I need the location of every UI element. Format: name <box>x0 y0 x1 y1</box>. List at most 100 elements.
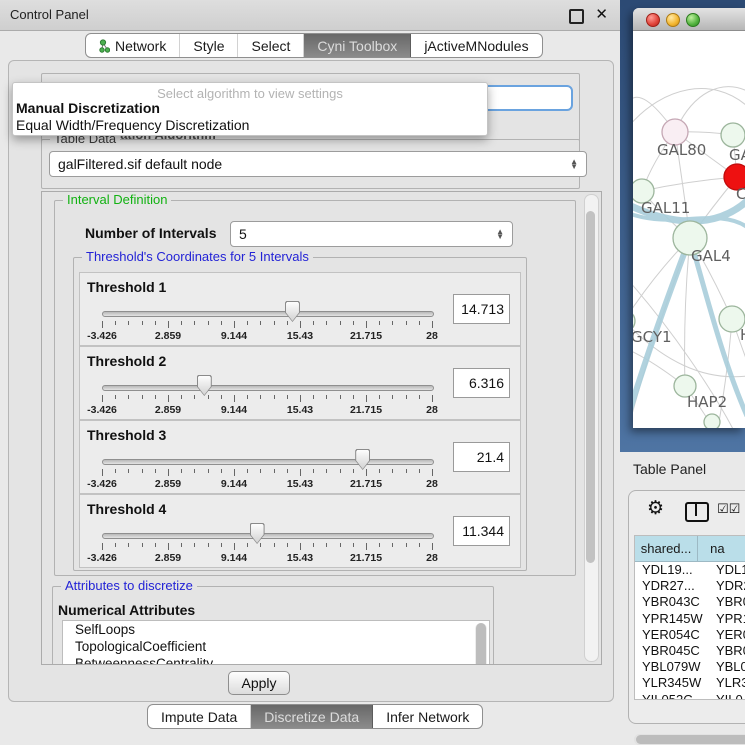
tab-select[interactable]: Select <box>238 34 304 57</box>
threshold-value-field[interactable] <box>453 368 510 398</box>
tick-mark <box>353 543 354 547</box>
algorithm-option[interactable]: Equal Width/Frequency Discretization <box>13 117 490 134</box>
tick-mark <box>194 543 195 547</box>
tab-jactivemnodules[interactable]: jActiveMNodules <box>411 34 541 57</box>
attribute-list-item[interactable]: BetweennessCentrality <box>63 655 489 665</box>
network-node-label: GA <box>729 146 745 164</box>
slider-thumb[interactable] <box>285 301 300 322</box>
number-of-intervals-combobox[interactable]: 5 ▲▼ <box>230 221 513 247</box>
threshold-value-field[interactable] <box>453 442 510 472</box>
slider-track[interactable] <box>102 385 434 391</box>
tick-label: -3.426 <box>87 552 117 564</box>
tick-mark <box>340 543 341 547</box>
attribute-list-item[interactable]: SelfLoops <box>63 621 489 638</box>
cell-shared-name: YDL19... <box>635 562 704 578</box>
table-row[interactable]: YDL19...YDL1 <box>635 562 745 578</box>
attributes-scrollbar[interactable] <box>475 623 487 665</box>
tick-mark <box>353 395 354 399</box>
tick-mark <box>419 543 420 547</box>
tick-mark <box>128 469 129 473</box>
table-row[interactable]: YPR145WYPR1 <box>635 611 745 627</box>
number-of-intervals-value: 5 <box>239 226 247 242</box>
table-row[interactable]: YLR345WYLR3 <box>635 675 745 691</box>
panel-title: Control Panel <box>10 7 89 22</box>
tab-impute-data[interactable]: Impute Data <box>148 705 251 728</box>
network-node-label: GAL11 <box>641 199 690 217</box>
tab-label: Infer Network <box>386 709 469 725</box>
tick-mark <box>366 469 367 476</box>
threshold-slider[interactable]: -3.4262.8599.14415.4321.71528 <box>102 447 432 491</box>
table-row[interactable]: YBR043CYBR0 <box>635 594 745 610</box>
threshold-panel: Threshold 1 -3.4262.8599.14415.4321.7152… <box>79 272 521 346</box>
threshold-value-field[interactable] <box>453 294 510 324</box>
split-columns-icon[interactable] <box>685 502 709 522</box>
tick-mark <box>419 321 420 325</box>
table-row[interactable]: YDR27...YDR2 <box>635 578 745 594</box>
tick-label: -3.426 <box>87 404 117 416</box>
tick-mark <box>313 543 314 547</box>
close-icon[interactable]: ✕ <box>595 5 608 23</box>
cell-name: YDR2 <box>704 578 745 594</box>
table-hscrollbar[interactable] <box>634 734 745 745</box>
scrollbar-thumb[interactable] <box>636 735 745 744</box>
tab-label: Discretize Data <box>264 709 359 725</box>
column-header[interactable]: na <box>698 536 745 561</box>
zoom-traffic-light-icon[interactable] <box>686 13 700 27</box>
slider-track[interactable] <box>102 533 434 539</box>
tick-label: 15.43 <box>287 330 313 342</box>
settings-scrollbar[interactable] <box>584 194 599 662</box>
tab-discretize-data[interactable]: Discretize Data <box>251 705 373 728</box>
tick-label: 2.859 <box>155 404 181 416</box>
attribute-list-item[interactable]: TopologicalCoefficient <box>63 638 489 655</box>
tick-mark <box>326 543 327 547</box>
slider-thumb[interactable] <box>197 375 212 396</box>
tab-label: Cyni Toolbox <box>317 38 397 54</box>
tab-style[interactable]: Style <box>180 34 238 57</box>
close-traffic-light-icon[interactable] <box>646 13 660 27</box>
tick-mark <box>287 469 288 473</box>
slider-thumb[interactable] <box>250 523 265 544</box>
table-row[interactable]: YIL052CYIL0 <box>635 692 745 701</box>
tick-mark <box>194 321 195 325</box>
table-row[interactable]: YBL079WYBL0 <box>635 659 745 675</box>
interval-definition-title: Interval Definition <box>63 193 171 207</box>
algorithm-option[interactable]: Manual Discretization <box>13 100 490 117</box>
checkboxes-icon[interactable]: ☑☑ <box>717 501 740 517</box>
tick-label: 15.43 <box>287 552 313 564</box>
tick-mark <box>419 395 420 399</box>
table-row[interactable]: YER054CYER0 <box>635 627 745 643</box>
threshold-slider[interactable]: -3.4262.8599.14415.4321.71528 <box>102 373 432 417</box>
table-data-combobox[interactable]: galFiltered.sif default node ▲▼ <box>49 151 587 177</box>
node-attribute-table[interactable]: shared... na YDL19...YDL1YDR27...YDR2YBR… <box>634 535 745 700</box>
tick-mark <box>115 469 116 473</box>
gear-icon[interactable]: ⚙ <box>647 499 664 519</box>
thresholds-title: Threshold's Coordinates for 5 Intervals <box>82 250 313 264</box>
column-header[interactable]: shared... <box>635 536 698 561</box>
slider-track[interactable] <box>102 311 434 317</box>
float-window-icon[interactable] <box>569 9 584 24</box>
numerical-attributes-list[interactable]: SelfLoopsTopologicalCoefficientBetweenne… <box>62 620 490 665</box>
network-node[interactable] <box>721 123 745 147</box>
control-panel: Control Panel ✕ NetworkStyleSelect Cyni T… <box>0 0 620 745</box>
slider-thumb[interactable] <box>355 449 370 470</box>
threshold-value-field[interactable] <box>453 516 510 546</box>
scrollbar-thumb[interactable] <box>476 623 486 665</box>
tick-mark <box>208 321 209 325</box>
network-window-titlebar[interactable] <box>633 8 745 31</box>
tab-cyni-toolbox[interactable]: Cyni Toolbox <box>304 34 411 57</box>
tab-infer-network[interactable]: Infer Network <box>373 705 482 728</box>
table-row[interactable]: YBR045CYBR0 <box>635 643 745 659</box>
network-node[interactable] <box>704 414 720 428</box>
table-data-selected: galFiltered.sif default node <box>58 156 222 172</box>
scrollbar-thumb[interactable] <box>586 211 595 563</box>
threshold-slider[interactable]: -3.4262.8599.14415.4321.71528 <box>102 521 432 565</box>
apply-button[interactable]: Apply <box>228 671 290 695</box>
tab-network[interactable]: Network <box>86 34 180 57</box>
network-node-label: GCY1 <box>633 328 672 346</box>
number-of-intervals-label: Number of Intervals <box>85 225 216 241</box>
network-canvas[interactable]: GAL80GACGAL11GAL4GCY1HHAP2 <box>633 31 745 428</box>
cell-shared-name: YDR27... <box>635 578 704 594</box>
minimize-traffic-light-icon[interactable] <box>666 13 680 27</box>
slider-track[interactable] <box>102 459 434 465</box>
threshold-slider[interactable]: -3.4262.8599.14415.4321.71528 <box>102 299 432 343</box>
